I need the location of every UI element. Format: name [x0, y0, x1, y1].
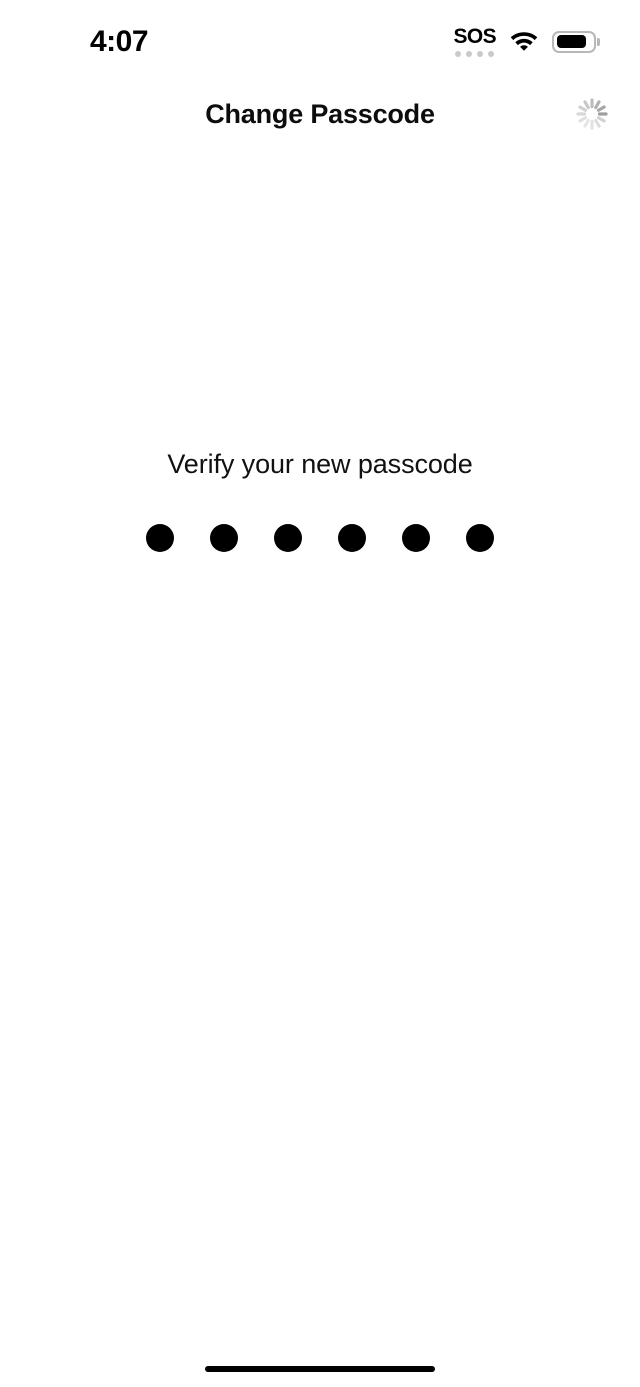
loading-spinner-icon — [572, 94, 612, 134]
nav-bar: Change Passcode — [0, 88, 640, 140]
home-indicator[interactable] — [205, 1366, 435, 1372]
passcode-prompt-label: Verify your new passcode — [167, 449, 473, 479]
battery-cap — [597, 37, 600, 46]
status-bar-indicators: SOS — [453, 25, 600, 57]
passcode-dot — [402, 524, 430, 553]
passcode-dot — [466, 524, 494, 553]
signal-dot — [488, 51, 495, 57]
signal-strength-dots — [455, 51, 495, 57]
signal-dot — [466, 51, 473, 57]
passcode-dot — [274, 524, 302, 553]
passcode-entry-section: Verify your new passcode — [0, 448, 640, 553]
battery-icon — [552, 30, 600, 53]
page-title: Change Passcode — [205, 98, 435, 129]
phone-screen: 4:07 SOS Change Passcode Verify your new… — [0, 0, 640, 1387]
passcode-dot — [210, 524, 238, 553]
status-bar: 4:07 SOS — [0, 0, 640, 80]
passcode-dot — [146, 524, 174, 553]
wifi-icon — [509, 28, 539, 56]
passcode-dots[interactable] — [146, 524, 494, 553]
sos-label: SOS — [453, 25, 496, 48]
passcode-dot — [338, 524, 366, 553]
battery-fill — [556, 35, 587, 48]
signal-dot — [477, 51, 484, 57]
signal-dot — [455, 51, 462, 57]
status-bar-clock: 4:07 — [90, 25, 149, 58]
cellular-sos-indicator: SOS — [453, 25, 497, 57]
